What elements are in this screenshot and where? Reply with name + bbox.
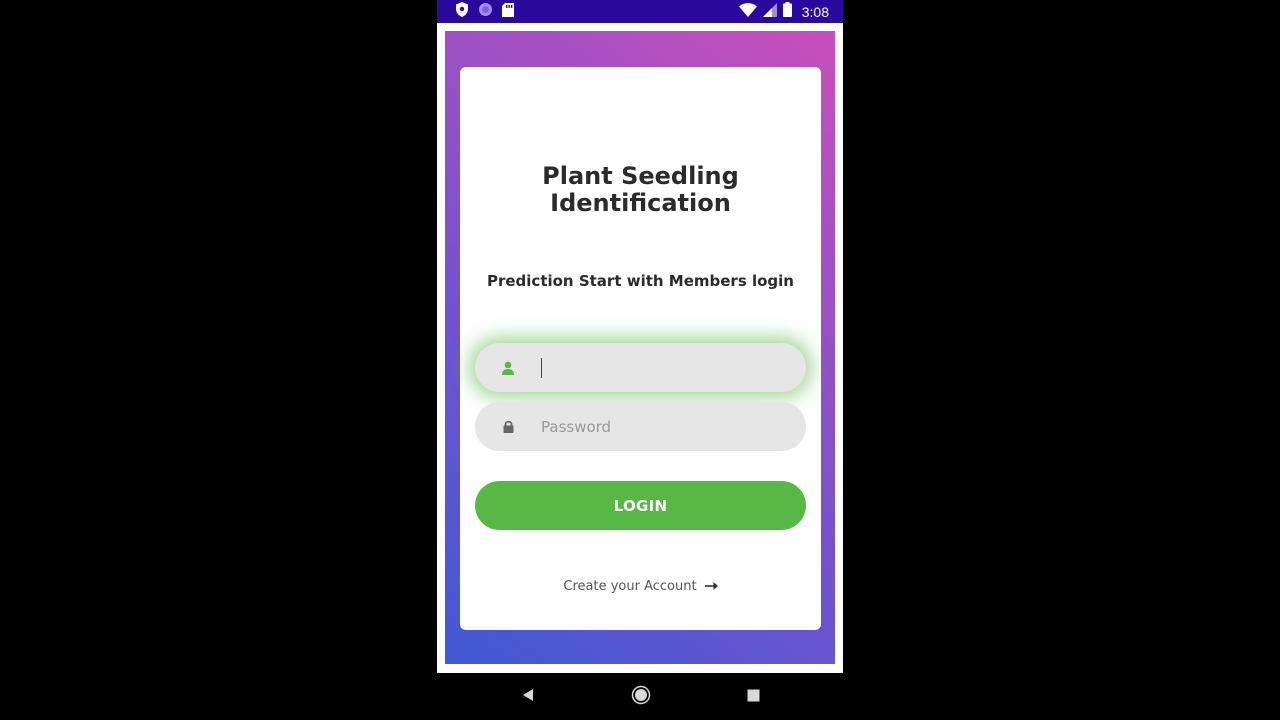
home-icon[interactable]	[631, 685, 651, 709]
phone-screen: 3:08 Plant Seedling Identification Predi…	[437, 0, 843, 720]
password-field[interactable]	[475, 402, 806, 451]
recents-icon[interactable]	[747, 687, 760, 706]
wifi-icon	[738, 2, 757, 21]
signal-icon	[762, 2, 777, 21]
username-input[interactable]	[542, 343, 806, 392]
password-input[interactable]	[541, 402, 806, 451]
navigation-bar	[437, 673, 843, 720]
status-time: 3:08	[801, 3, 829, 20]
arrow-right-icon	[704, 579, 718, 594]
create-account-link[interactable]: Create your Account	[460, 579, 821, 594]
title-line-1: Plant Seedling	[542, 162, 739, 190]
shield-icon	[455, 2, 469, 21]
user-icon	[475, 361, 541, 375]
battery-icon	[782, 2, 792, 21]
sd-card-icon	[502, 2, 514, 21]
lock-icon	[475, 420, 541, 433]
back-icon[interactable]	[521, 687, 535, 706]
status-left	[455, 2, 514, 21]
username-field[interactable]	[475, 343, 806, 392]
login-button[interactable]: LOGIN	[475, 481, 806, 530]
gradient-background: Plant Seedling Identification Prediction…	[445, 31, 835, 664]
status-bar: 3:08	[437, 0, 843, 23]
login-card: Plant Seedling Identification Prediction…	[460, 67, 821, 630]
login-subtitle: Prediction Start with Members login	[486, 272, 794, 290]
app-frame: Plant Seedling Identification Prediction…	[437, 23, 843, 673]
status-right: 3:08	[738, 2, 829, 21]
circle-icon	[478, 2, 493, 21]
title-line-2: Identification	[550, 189, 731, 217]
page-title: Plant Seedling Identification	[460, 163, 821, 217]
create-account-label: Create your Account	[563, 579, 697, 594]
